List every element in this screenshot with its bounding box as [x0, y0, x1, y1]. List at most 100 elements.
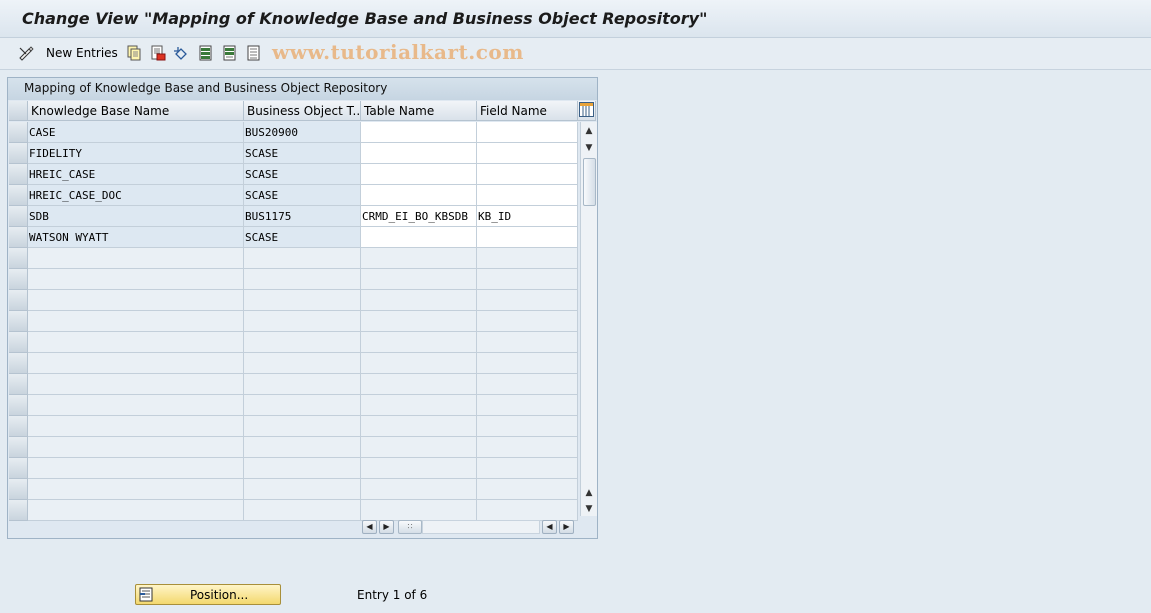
row-selector[interactable]: [9, 122, 28, 143]
column-header-business-object-type[interactable]: Business Object T...: [244, 101, 361, 121]
business-object-type-cell: [244, 374, 361, 395]
row-selector[interactable]: [9, 332, 28, 353]
field-name-cell[interactable]: KB_ID: [477, 206, 578, 227]
table-control: Mapping of Knowledge Base and Business O…: [7, 77, 598, 539]
column-settings-icon[interactable]: [578, 101, 596, 121]
table-name-cell[interactable]: [361, 227, 477, 248]
row-selector[interactable]: [9, 395, 28, 416]
field-name-cell[interactable]: [477, 143, 578, 164]
knowledge-base-name-cell: [28, 479, 244, 500]
change-display-icon[interactable]: [18, 45, 34, 61]
row-selector[interactable]: [9, 500, 28, 521]
row-selector[interactable]: [9, 164, 28, 185]
row-selector[interactable]: [9, 479, 28, 500]
knowledge-base-name-cell: [28, 458, 244, 479]
row-selector[interactable]: [9, 311, 28, 332]
table-name-cell[interactable]: [361, 122, 477, 143]
select-all-icon[interactable]: [198, 45, 214, 61]
copy-icon[interactable]: [126, 45, 142, 61]
field-name-cell[interactable]: [477, 164, 578, 185]
scroll-up-icon[interactable]: ▲: [584, 126, 594, 136]
column-header-field-name[interactable]: Field Name: [477, 101, 578, 121]
knowledge-base-name-cell: [28, 395, 244, 416]
knowledge-base-name-cell: [28, 374, 244, 395]
scroll-page-down-icon[interactable]: ▼: [584, 504, 594, 514]
scroll-right-end-icon[interactable]: ▶: [559, 520, 574, 534]
row-selector[interactable]: [9, 227, 28, 248]
scroll-left-icon[interactable]: ◀: [362, 520, 377, 534]
table-name-cell[interactable]: [361, 164, 477, 185]
field-name-cell: [477, 500, 578, 521]
column-header-knowledge-base-name[interactable]: Knowledge Base Name: [28, 101, 244, 121]
field-name-cell: [477, 458, 578, 479]
position-button[interactable]: Position...: [135, 584, 281, 605]
business-object-type-cell: [244, 416, 361, 437]
new-entries-button[interactable]: New Entries: [46, 46, 118, 60]
table-name-cell: [361, 500, 477, 521]
scroll-left-end-icon[interactable]: ◀: [542, 520, 557, 534]
field-name-cell[interactable]: [477, 122, 578, 143]
row-selector[interactable]: [9, 290, 28, 311]
table-name-cell: [361, 332, 477, 353]
select-all-rows-button[interactable]: [9, 101, 28, 121]
field-name-cell: [477, 269, 578, 290]
knowledge-base-name-cell: [28, 248, 244, 269]
table-name-cell: [361, 437, 477, 458]
knowledge-base-name-cell: HREIC_CASE_DOC: [28, 185, 244, 206]
row-selector[interactable]: [9, 374, 28, 395]
business-object-type-cell: [244, 269, 361, 290]
table-name-cell: [361, 248, 477, 269]
horizontal-scroll-thumb[interactable]: ∷: [398, 520, 422, 534]
row-selector[interactable]: [9, 353, 28, 374]
business-object-type-cell: [244, 353, 361, 374]
undo-icon[interactable]: [173, 45, 189, 61]
table-name-cell: [361, 395, 477, 416]
row-selector[interactable]: [9, 437, 28, 458]
business-object-type-cell: SCASE: [244, 143, 361, 164]
row-selector[interactable]: [9, 143, 28, 164]
knowledge-base-name-cell: [28, 353, 244, 374]
row-selector[interactable]: [9, 248, 28, 269]
horizontal-scroll-track[interactable]: [422, 520, 540, 534]
knowledge-base-name-cell: [28, 416, 244, 437]
table-name-cell: [361, 374, 477, 395]
row-selector[interactable]: [9, 416, 28, 437]
column-header-table-name[interactable]: Table Name: [361, 101, 477, 121]
field-name-cell: [477, 311, 578, 332]
scroll-thumb[interactable]: [583, 158, 596, 206]
business-object-type-cell: [244, 500, 361, 521]
field-name-cell[interactable]: [477, 185, 578, 206]
field-name-cell: [477, 479, 578, 500]
knowledge-base-name-cell: SDB: [28, 206, 244, 227]
knowledge-base-name-cell: [28, 437, 244, 458]
field-name-cell: [477, 332, 578, 353]
deselect-all-icon[interactable]: [246, 45, 262, 61]
table-name-cell[interactable]: CRMD_EI_BO_KBSDB: [361, 206, 477, 227]
table-name-cell: [361, 290, 477, 311]
knowledge-base-name-cell: [28, 311, 244, 332]
position-icon: [139, 587, 155, 602]
row-selector[interactable]: [9, 458, 28, 479]
business-object-type-cell: [244, 458, 361, 479]
business-object-type-cell: [244, 479, 361, 500]
position-button-label: Position...: [190, 588, 249, 602]
row-selector[interactable]: [9, 185, 28, 206]
knowledge-base-name-cell: CASE: [28, 122, 244, 143]
row-selector[interactable]: [9, 269, 28, 290]
scroll-page-up-icon[interactable]: ▲: [584, 488, 594, 498]
business-object-type-cell: SCASE: [244, 227, 361, 248]
row-selector[interactable]: [9, 206, 28, 227]
vertical-scrollbar[interactable]: ▲ ▼ ▲ ▼: [580, 122, 597, 516]
delete-icon[interactable]: [150, 45, 166, 61]
select-block-icon[interactable]: [222, 45, 238, 61]
scroll-down-icon[interactable]: ▼: [584, 143, 594, 153]
watermark-text: www.tutorialkart.com: [272, 40, 524, 64]
title-bar: Change View "Mapping of Knowledge Base a…: [0, 0, 1151, 38]
table-name-cell[interactable]: [361, 143, 477, 164]
table-name-cell[interactable]: [361, 185, 477, 206]
scroll-right-icon[interactable]: ▶: [379, 520, 394, 534]
business-object-type-cell: [244, 311, 361, 332]
business-object-type-cell: [244, 437, 361, 458]
field-name-cell[interactable]: [477, 227, 578, 248]
knowledge-base-name-cell: [28, 290, 244, 311]
